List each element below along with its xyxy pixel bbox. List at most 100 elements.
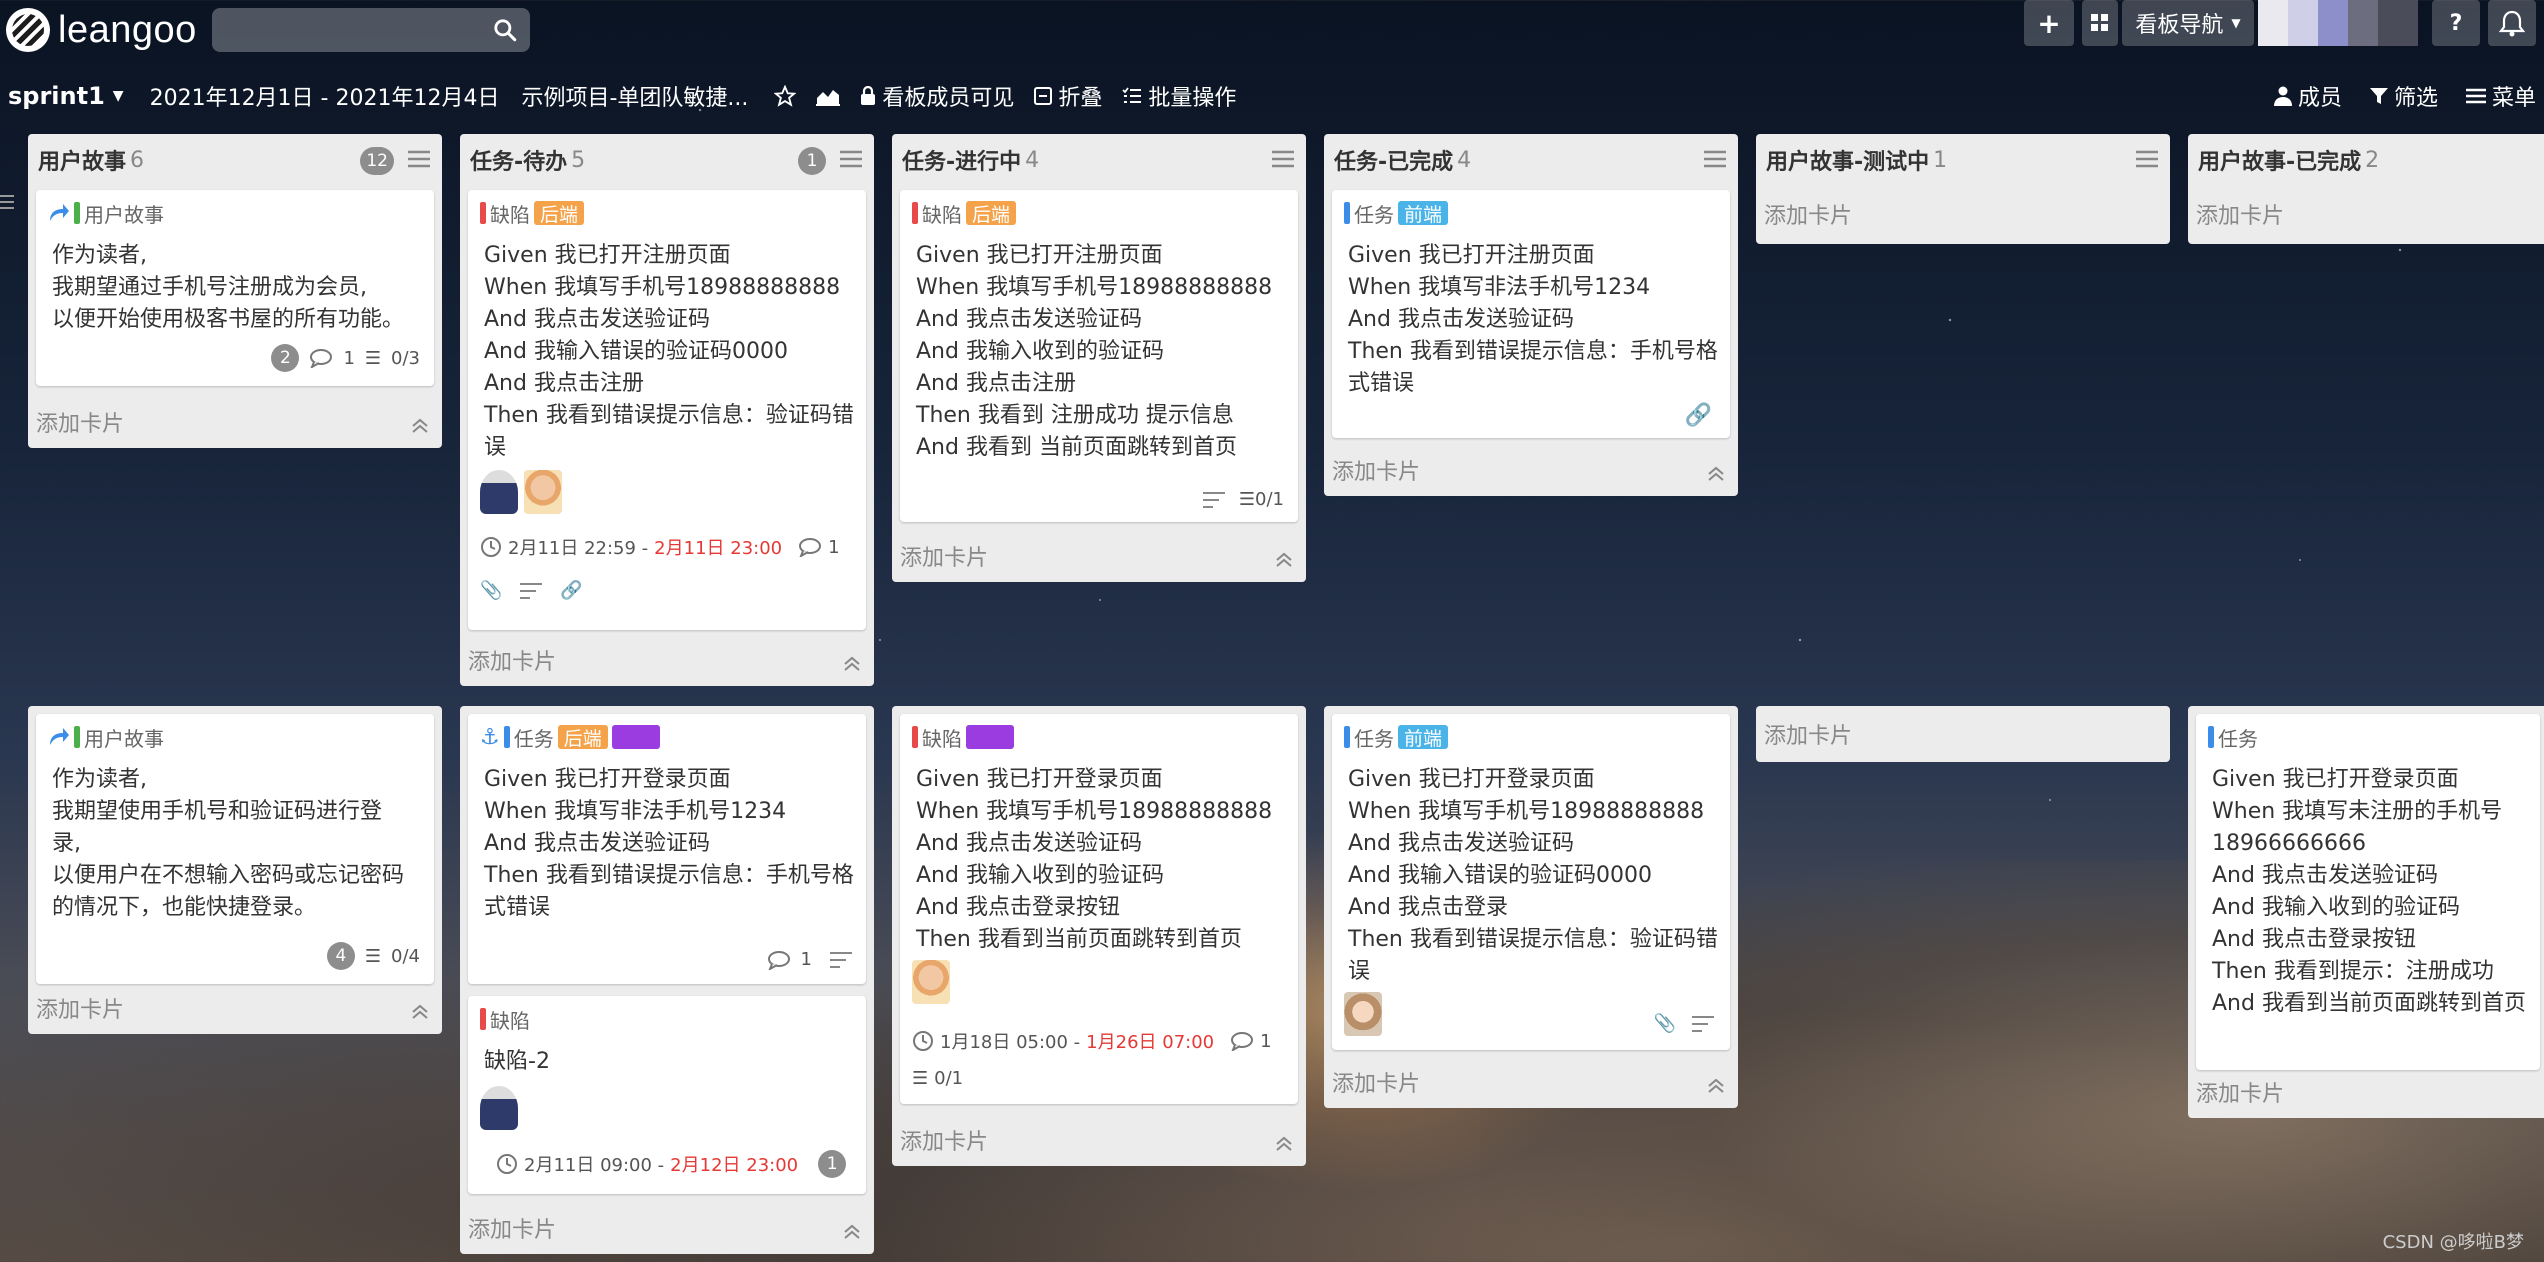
card-done-2[interactable]: 任务 前端 Given 我已打开登录页面 When 我填写手机号18988888…	[1332, 714, 1730, 1050]
card-done-1[interactable]: 任务 前端 Given 我已打开注册页面 When 我填写非法手机号1234 A…	[1332, 190, 1730, 438]
date-end: 2月11日 23:00	[654, 538, 783, 559]
members-label: 成员	[2297, 86, 2342, 111]
add-card-button[interactable]: 添加卡片	[900, 1124, 988, 1156]
star-button[interactable]	[774, 85, 797, 107]
column-count: 4	[1457, 147, 1472, 173]
visibility-label: 看板成员可见	[882, 86, 1015, 111]
card-label: 后端	[557, 725, 608, 750]
batch-button[interactable]: 批量操作	[1122, 80, 1236, 112]
card-type: 任务	[513, 726, 554, 751]
user-avatar[interactable]	[2258, 0, 2418, 46]
card-type: 缺陷	[922, 726, 962, 751]
column-menu-icon[interactable]	[408, 149, 430, 169]
card-color-bar	[1344, 202, 1350, 224]
leangoo-logo[interactable]: leangoo	[6, 8, 197, 52]
column-menu-icon[interactable]	[2136, 149, 2158, 169]
help-button[interactable]: ?	[2432, 0, 2480, 46]
avatar[interactable]	[480, 1086, 518, 1130]
board-nav-dropdown[interactable]: 看板导航 ▼	[2122, 0, 2254, 46]
card-body: Given 我已打开登录页面 When 我填写未注册的手机号 189666666…	[2208, 764, 2528, 1020]
avatar[interactable]	[1344, 992, 1382, 1036]
bell-icon	[2499, 10, 2525, 37]
collapse-up-icon[interactable]	[1706, 464, 1726, 484]
card-in-progress-2[interactable]: 缺陷 Given 我已打开登录页面 When 我填写手机号18988888888…	[900, 714, 1298, 1104]
card-line: And 我输入错误的验证码0000	[484, 339, 788, 364]
add-card-button[interactable]: 添加卡片	[2196, 198, 2284, 230]
column-title[interactable]: 用户故事-已完成 2	[2196, 134, 2536, 186]
card-todo-1[interactable]: 缺陷 后端 Given 我已打开注册页面 When 我填写手机号18988888…	[468, 190, 866, 630]
sidebar-toggle-icon[interactable]	[0, 192, 14, 212]
menu-button[interactable]: 菜单	[2465, 80, 2536, 112]
collapse-up-icon[interactable]	[842, 654, 862, 674]
add-card-button[interactable]: 添加卡片	[1764, 718, 1852, 750]
add-card-button[interactable]: 添加卡片	[1764, 198, 1852, 230]
column-menu-icon[interactable]	[1272, 149, 1294, 169]
card-user-story-2[interactable]: 用户故事 作为读者, 我期望使用手机号和验证码进行登 录, 以便用户在不想输入密…	[36, 714, 434, 984]
column-title[interactable]: 任务-进行中 4	[900, 134, 1298, 186]
avatar[interactable]	[912, 960, 950, 1004]
notification-button[interactable]	[2488, 0, 2536, 46]
hamburger-icon	[2465, 88, 2486, 104]
add-card-button[interactable]: 添加卡片	[1332, 1066, 1420, 1098]
filter-button[interactable]: 筛选	[2369, 80, 2438, 112]
visibility-button[interactable]: 看板成员可见	[860, 80, 1014, 112]
add-button[interactable]: +	[2024, 0, 2074, 46]
column-menu-icon[interactable]	[840, 149, 862, 169]
board-nav-label: 看板导航	[2135, 13, 2224, 38]
board-grid-button[interactable]	[2082, 0, 2118, 46]
card-line: And 我看到当前页面跳转到首页	[2212, 991, 2526, 1016]
chart-button[interactable]	[816, 86, 841, 106]
collapse-up-icon[interactable]	[1274, 550, 1294, 570]
add-card-button[interactable]: 添加卡片	[36, 406, 124, 438]
collapse-up-icon[interactable]	[842, 1222, 862, 1242]
add-card-button[interactable]: 添加卡片	[468, 644, 556, 676]
add-card-button[interactable]: 添加卡片	[36, 992, 124, 1024]
collapse-up-icon[interactable]	[410, 416, 430, 436]
project-name[interactable]: 示例项目-单团队敏捷...	[521, 80, 748, 112]
avatar[interactable]	[480, 470, 518, 514]
collapse-up-icon[interactable]	[1274, 1134, 1294, 1154]
column-menu-icon[interactable]	[1704, 149, 1726, 169]
column-title-text: 任务-待办	[470, 150, 568, 175]
collapse-up-icon[interactable]	[1706, 1076, 1726, 1096]
column-title[interactable]: 任务-已完成 4	[1332, 134, 1730, 186]
logo-text: leangoo	[58, 8, 197, 51]
card-color-bar	[480, 1008, 486, 1030]
column-badge: 12	[360, 147, 394, 175]
star-icon	[774, 85, 797, 107]
add-card-button[interactable]: 添加卡片	[900, 540, 988, 572]
column-count: 6	[130, 147, 145, 173]
column-title[interactable]: 用户故事-测试中 1	[1764, 134, 2162, 186]
search-icon[interactable]	[492, 17, 518, 43]
column-count: 2	[2365, 147, 2380, 173]
card-line: And 我输入收到的验证码	[2212, 895, 2460, 920]
sprint-selector[interactable]: sprint1	[8, 82, 105, 110]
card-todo-2[interactable]: ⚓ 任务 后端 Given 我已打开登录页面 When 我填写非法手机号1234…	[468, 714, 866, 984]
caret-down-icon[interactable]: ▼	[113, 88, 124, 104]
avatar[interactable]	[524, 470, 562, 514]
collapse-up-icon[interactable]	[410, 1002, 430, 1022]
card-line: And 我点击发送验证码	[484, 307, 710, 332]
card-line: Then 我看到错误提示信息：手机号格	[1348, 339, 1718, 364]
plus-icon: +	[2037, 6, 2061, 40]
card-color-bar	[912, 726, 918, 748]
card-in-progress-1[interactable]: 缺陷 后端 Given 我已打开注册页面 When 我填写手机号18988888…	[900, 190, 1298, 522]
card-line: 18966666666	[2212, 831, 2366, 856]
column-title[interactable]: 任务-待办 5 1	[468, 134, 866, 186]
fold-button[interactable]: 折叠	[1034, 80, 1102, 112]
card-line: When 我填写非法手机号1234	[1348, 275, 1651, 300]
add-card-button[interactable]: 添加卡片	[2196, 1076, 2284, 1108]
link-icon: 🔗	[1684, 403, 1712, 428]
add-card-button[interactable]: 添加卡片	[1332, 454, 1420, 486]
card-us-done-1[interactable]: 任务 Given 我已打开登录页面 When 我填写未注册的手机号 189666…	[2196, 714, 2540, 1070]
column-title[interactable]: 用户故事 6 12	[36, 134, 434, 186]
logo-icon	[6, 8, 50, 52]
search-input[interactable]	[212, 8, 530, 52]
card-line: 式错误	[484, 895, 551, 920]
card-badge: 4	[326, 942, 355, 970]
column-user-story-testing: 用户故事-测试中 1 添加卡片	[1756, 134, 2170, 244]
card-todo-3[interactable]: 缺陷 缺陷-2 2月11日 09:00 - 2月12日 23:00 1	[468, 996, 866, 1194]
card-user-story-1[interactable]: 用户故事 作为读者, 我期望通过手机号注册成为会员, 以便开始使用极客书屋的所有…	[36, 190, 434, 386]
add-card-button[interactable]: 添加卡片	[468, 1212, 556, 1244]
members-button[interactable]: 成员	[2273, 80, 2342, 112]
